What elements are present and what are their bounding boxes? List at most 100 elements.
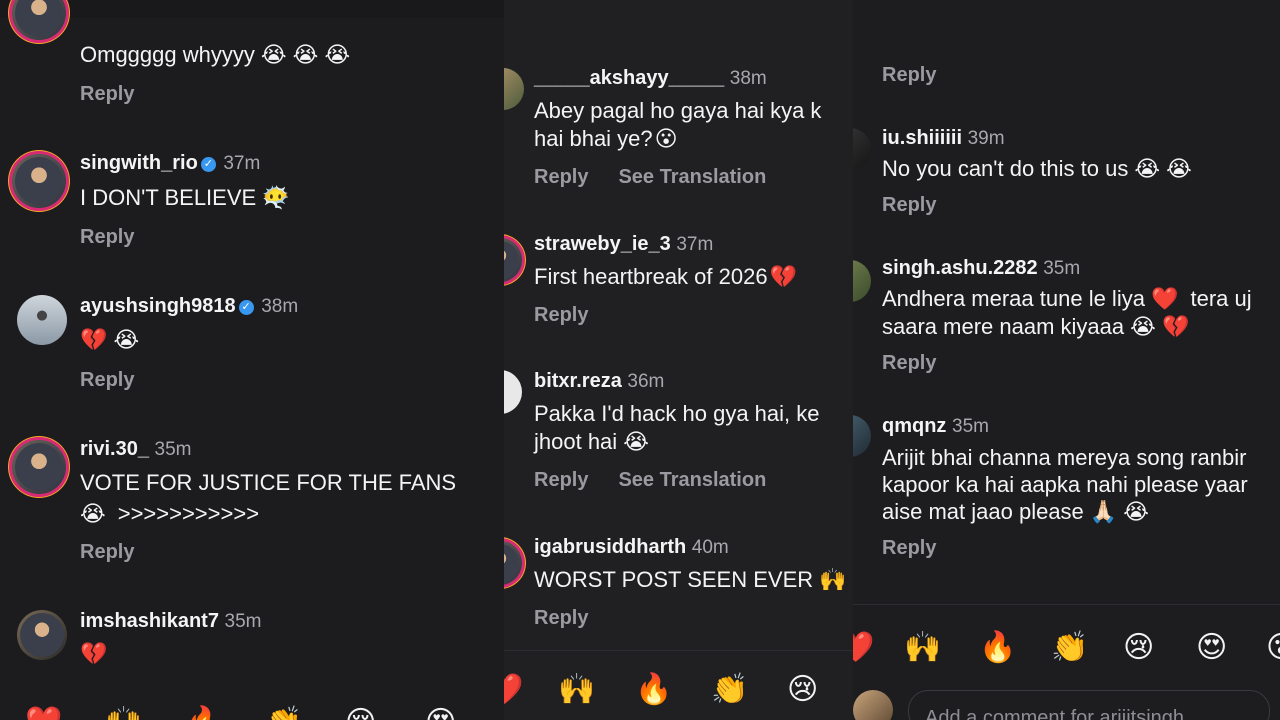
clap-reaction-icon[interactable]: 👏	[1051, 630, 1088, 665]
comments-panel-middle: _____akshayy_____ 38m Abey pagal ho gaya…	[504, 0, 853, 720]
clap-reaction-icon[interactable]: 👏	[265, 705, 302, 720]
emoji: 🙌	[819, 567, 847, 592]
username-link[interactable]: _____akshayy_____	[534, 67, 724, 89]
comment-text: I DON'T BELIEVE 😶‍🌫️	[80, 185, 290, 210]
panel-top-band	[0, 0, 504, 18]
sad-reaction-icon[interactable]: 😢	[787, 672, 818, 707]
comment-text-line-2: saara mere naam kiyaaa 😭 💔	[882, 314, 1190, 339]
username-link[interactable]: singwith_rio	[80, 152, 198, 174]
comment-username-row: _____akshayy_____ 38m	[534, 67, 767, 90]
avatar[interactable]	[504, 68, 524, 110]
emoji: 😭	[80, 501, 106, 526]
comment-text: Omggggg whyyyy 😭 😭 😭	[80, 42, 351, 67]
avatar[interactable]	[12, 0, 66, 40]
reply-button[interactable]: Reply	[80, 226, 134, 249]
raised-hands-reaction-icon[interactable]: 🙌	[904, 630, 941, 665]
comment-text-line-2: 😭 >>>>>>>>>>>	[80, 501, 260, 526]
timestamp: 38m	[729, 68, 767, 89]
divider	[504, 650, 853, 651]
reply-button[interactable]: Reply	[882, 352, 936, 375]
timestamp: 36m	[627, 371, 665, 392]
reply-button[interactable]: Reply	[534, 469, 588, 491]
comment-actions: Reply See Translation	[534, 166, 766, 189]
comment-text: Pakka I'd hack ho gya hai, ke	[534, 401, 820, 426]
username-link[interactable]: singh.ashu.2282	[882, 257, 1038, 279]
sad-reaction-icon[interactable]: 😢	[345, 705, 376, 720]
reply-button[interactable]: Reply	[80, 369, 134, 392]
see-translation-button[interactable]: See Translation	[618, 469, 766, 491]
own-avatar[interactable]	[853, 690, 893, 720]
reply-button[interactable]: Reply	[534, 304, 588, 327]
timestamp: 35m	[224, 611, 262, 632]
avatar[interactable]	[504, 238, 522, 282]
timestamp: 38m	[261, 296, 299, 317]
surprised-reaction-icon[interactable]: 😮	[1266, 630, 1280, 665]
emoji: 😭 😭 😭	[260, 42, 351, 67]
comment-text-line-2: jhoot hai 😭	[534, 429, 649, 454]
comment-username-row: igabrusiddharth 40m	[534, 536, 729, 559]
comment-text-line-2: hai bhai ye?😮	[534, 126, 678, 151]
username-link[interactable]: bitxr.reza	[534, 370, 622, 392]
comment-username-row: bitxr.reza 36m	[534, 370, 664, 393]
avatar[interactable]	[853, 415, 871, 457]
comment-text: Abey pagal ho gaya hai kya k	[534, 98, 822, 123]
timestamp: 40m	[691, 537, 729, 558]
avatar[interactable]	[12, 440, 66, 494]
reply-button[interactable]: Reply	[80, 83, 134, 106]
heart-reaction-icon[interactable]: ❤️	[504, 672, 523, 707]
comment-username-row: singwith_rio ✓ 37m	[80, 152, 260, 175]
timestamp: 39m	[967, 128, 1005, 149]
reply-button[interactable]: Reply	[534, 607, 588, 630]
reply-button[interactable]: Reply	[534, 166, 588, 188]
comments-panel-left: Omggggg whyyyy 😭 😭 😭 Reply singwith_rio ✓ …	[0, 0, 504, 720]
see-translation-button[interactable]: See Translation	[618, 166, 766, 188]
username-link[interactable]: ayushsingh9818	[80, 295, 236, 317]
emoji: 😭 💔	[1130, 314, 1190, 339]
add-comment-placeholder: Add a comment for arijitsingh...	[925, 707, 1201, 720]
username-link[interactable]: straweby_ie_3	[534, 233, 671, 255]
heart-reaction-icon[interactable]: ❤️	[25, 705, 62, 720]
heart-eyes-reaction-icon[interactable]: 😍	[1196, 630, 1227, 665]
divider	[853, 604, 1280, 605]
username-link[interactable]: rivi.30_	[80, 438, 149, 460]
avatar[interactable]	[17, 295, 67, 345]
reply-button[interactable]: Reply	[882, 537, 936, 560]
comment-username-row: imshashikant7 35m	[80, 610, 261, 633]
fire-reaction-icon[interactable]: 🔥	[979, 630, 1016, 665]
fire-reaction-icon[interactable]: 🔥	[635, 672, 672, 707]
comment-text-line-3: aise mat jaao please 🙏🏻 😭	[882, 499, 1150, 524]
comment-username-row: iu.shiiiiii 39m	[882, 127, 1005, 150]
fire-reaction-icon[interactable]: 🔥	[185, 705, 222, 720]
username-link[interactable]: igabrusiddharth	[534, 536, 686, 558]
username-link[interactable]: qmqnz	[882, 415, 946, 437]
heart-reaction-icon[interactable]: ❤️	[853, 630, 874, 665]
emoji: 😭	[623, 429, 649, 454]
comment-username-row: singh.ashu.2282 35m	[882, 257, 1080, 280]
avatar[interactable]	[853, 128, 871, 170]
avatar[interactable]	[12, 154, 66, 208]
raised-hands-reaction-icon[interactable]: 🙌	[105, 705, 142, 720]
avatar[interactable]	[504, 370, 522, 414]
comment-username-row: straweby_ie_3 37m	[534, 233, 713, 256]
comment-text: WORST POST SEEN EVER 🙌	[534, 567, 847, 592]
reply-button[interactable]: Reply	[882, 194, 936, 217]
sad-reaction-icon[interactable]: 😢	[1123, 630, 1154, 665]
username-link[interactable]: imshashikant7	[80, 610, 219, 632]
emoji: 😶‍🌫️	[262, 185, 290, 210]
clap-reaction-icon[interactable]: 👏	[711, 672, 748, 707]
avatar[interactable]	[853, 260, 871, 302]
comment-username-row: qmqnz 35m	[882, 415, 989, 438]
reply-button[interactable]: Reply	[80, 541, 134, 564]
username-link[interactable]: iu.shiiiiii	[882, 127, 962, 149]
add-comment-input[interactable]: Add a comment for arijitsingh...	[908, 690, 1270, 720]
comment-text: 💔 😭	[80, 326, 139, 354]
timestamp: 37m	[223, 153, 261, 174]
timestamp: 37m	[676, 234, 714, 255]
avatar[interactable]	[17, 610, 67, 660]
comments-panel-right: Reply iu.shiiiiii 39m No you can't do th…	[853, 0, 1280, 720]
avatar[interactable]	[504, 541, 522, 585]
emoji: 🙏🏻 😭	[1089, 499, 1150, 524]
raised-hands-reaction-icon[interactable]: 🙌	[558, 672, 595, 707]
heart-eyes-reaction-icon[interactable]: 😍	[425, 705, 456, 720]
reply-button[interactable]: Reply	[882, 64, 936, 87]
